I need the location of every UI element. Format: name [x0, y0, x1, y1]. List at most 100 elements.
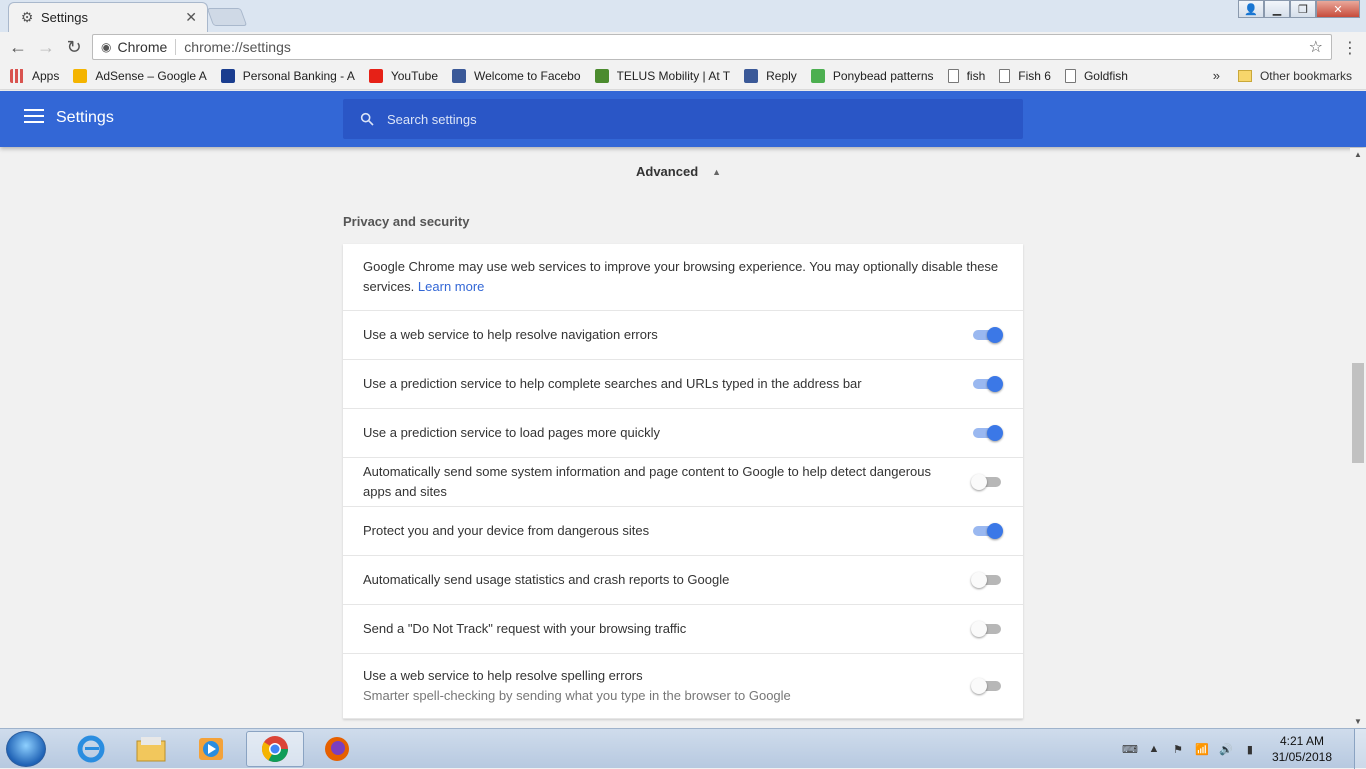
setting-text: Use a web service to help resolve naviga… — [363, 325, 971, 345]
setting-text: Automatically send some system informati… — [363, 462, 971, 502]
search-box[interactable] — [343, 99, 1023, 139]
setting-row[interactable]: Send a "Do Not Track" request with your … — [343, 605, 1023, 654]
minimize-button[interactable]: ▁ — [1264, 0, 1290, 18]
setting-row[interactable]: Protect you and your device from dangero… — [343, 507, 1023, 556]
show-hidden-icons-icon[interactable]: ▲ — [1146, 742, 1162, 756]
toggle-switch[interactable] — [971, 376, 1003, 392]
setting-row[interactable]: Automatically send some system informati… — [343, 458, 1023, 507]
setting-row[interactable]: Use a prediction service to load pages m… — [343, 409, 1023, 458]
clock[interactable]: 4:21 AM 31/05/2018 — [1272, 733, 1332, 765]
toggle-switch[interactable] — [971, 621, 1003, 637]
youtube-icon — [368, 68, 383, 83]
other-bookmarks[interactable]: Other bookmarks — [1260, 69, 1352, 83]
bookmarks-right: » Other bookmarks — [1213, 68, 1352, 83]
bank-icon — [220, 68, 235, 83]
scroll-thumb[interactable] — [1352, 363, 1364, 463]
bookmark-star-icon[interactable]: ☆ — [1309, 37, 1323, 57]
back-arrow-icon[interactable]: ← — [4, 33, 32, 61]
start-button[interactable] — [6, 731, 46, 767]
reload-icon[interactable]: ↻ — [60, 33, 88, 61]
keyboard-icon[interactable]: ⌨ — [1122, 742, 1138, 756]
toggle-switch[interactable] — [971, 678, 1003, 694]
toggle-knob — [987, 523, 1003, 539]
browser-toolbar: ← → ↻ ◉ Chrome chrome://settings ☆ ⋮ — [0, 32, 1366, 62]
advanced-label: Advanced — [636, 164, 699, 179]
bookmark-label: Ponybead patterns — [832, 68, 934, 83]
settings-header: Settings — [0, 91, 1366, 147]
bookmark-label: YouTube — [390, 68, 439, 83]
privacy-card: Google Chrome may use web services to im… — [343, 244, 1023, 719]
setting-row[interactable]: Use a web service to help resolve naviga… — [343, 311, 1023, 360]
file-explorer-icon[interactable] — [122, 731, 180, 767]
clock-date: 31/05/2018 — [1271, 750, 1332, 764]
scroll-down-icon[interactable]: ▼ — [1354, 717, 1362, 726]
learn-more-link[interactable]: Learn more — [418, 279, 484, 294]
toggle-switch[interactable] — [971, 572, 1003, 588]
setting-label: Automatically send some system informati… — [363, 464, 932, 499]
page-scrollbar[interactable]: ▲ ▼ — [1350, 148, 1366, 728]
bookmark-item[interactable]: Welcome to Facebo — [452, 68, 581, 83]
setting-text: Send a "Do Not Track" request with your … — [363, 619, 971, 639]
volume-icon[interactable]: 🔊 — [1218, 742, 1234, 756]
bookmark-label: AdSense – Google A — [95, 68, 207, 83]
bookmark-item[interactable]: Apps — [10, 68, 59, 83]
tab-settings[interactable]: ⚙ Settings ✕ — [8, 2, 208, 32]
firefox-icon[interactable] — [308, 731, 366, 767]
menu-dots-icon[interactable]: ⋮ — [1342, 38, 1358, 58]
setting-text: Use a prediction service to load pages m… — [363, 423, 971, 443]
setting-text: Protect you and your device from dangero… — [363, 521, 971, 541]
bookmark-item[interactable]: YouTube — [368, 68, 439, 83]
toggle-knob — [971, 678, 987, 694]
setting-sublabel: Smarter spell-checking by sending what y… — [363, 688, 791, 703]
action-center-flag-icon[interactable]: ⚑ — [1170, 742, 1186, 756]
privacy-intro: Google Chrome may use web services to im… — [343, 244, 1023, 311]
folder-icon — [1237, 69, 1252, 82]
toggle-switch[interactable] — [971, 523, 1003, 539]
bookmark-item[interactable]: Reply — [744, 68, 797, 83]
bookmark-item[interactable]: Goldfish — [1064, 68, 1128, 83]
url-text[interactable]: chrome://settings — [184, 39, 291, 55]
toggle-knob — [987, 376, 1003, 392]
show-desktop-button[interactable] — [1354, 729, 1366, 769]
bookmark-item[interactable]: Personal Banking - A — [220, 68, 355, 83]
new-tab-button[interactable] — [206, 8, 248, 26]
smiley-icon — [810, 68, 825, 83]
toggle-knob — [971, 474, 987, 490]
bookmark-item[interactable]: TELUS Mobility | At T — [594, 68, 730, 83]
scroll-up-icon[interactable]: ▲ — [1354, 150, 1362, 159]
user-icon[interactable]: 👤 — [1238, 0, 1264, 18]
bookmark-item[interactable]: fish — [947, 68, 985, 83]
bookmark-item[interactable]: AdSense – Google A — [73, 68, 207, 83]
network-signal-icon[interactable]: 📶 — [1194, 742, 1210, 756]
setting-text: Automatically send usage statistics and … — [363, 570, 971, 590]
omnibox-separator — [175, 39, 177, 55]
toggle-knob — [971, 572, 987, 588]
search-input[interactable] — [387, 111, 987, 127]
toggle-switch[interactable] — [971, 327, 1003, 343]
bookmark-item[interactable]: Fish 6 — [999, 68, 1051, 83]
bookmarks-overflow[interactable]: » — [1213, 68, 1220, 83]
bookmarks-bar: Apps AdSense – Google A Personal Banking -… — [0, 62, 1366, 90]
internet-explorer-icon[interactable] — [62, 731, 120, 767]
address-bar[interactable]: ◉ Chrome chrome://settings ☆ — [92, 34, 1332, 60]
chrome-taskbar-icon[interactable] — [246, 731, 304, 767]
bookmark-item[interactable]: Ponybead patterns — [810, 68, 934, 83]
window-titlebar: ⚙ Settings ✕ 👤 ▁ ❐ ✕ — [0, 0, 1366, 32]
forward-arrow-icon[interactable]: → — [32, 33, 60, 61]
toggle-switch[interactable] — [971, 425, 1003, 441]
setting-row[interactable]: Automatically send usage statistics and … — [343, 556, 1023, 605]
close-tab-icon[interactable]: ✕ — [185, 9, 197, 26]
hamburger-menu-icon[interactable] — [24, 109, 44, 123]
advanced-toggle[interactable]: Advanced ▲ — [636, 164, 721, 179]
bookmark-label: Fish 6 — [1018, 68, 1051, 83]
setting-row[interactable]: Use a web service to help resolve spelli… — [343, 654, 1023, 719]
toggle-switch[interactable] — [971, 474, 1003, 490]
setting-row[interactable]: Use a prediction service to help complet… — [343, 360, 1023, 409]
gear-icon: ⚙ — [20, 9, 34, 25]
battery-icon[interactable]: ▮ — [1242, 742, 1258, 756]
system-tray: ⌨ ▲ ⚑ 📶 🔊 ▮ 4:21 AM 31/05/2018 — [1122, 729, 1366, 769]
close-window-button[interactable]: ✕ — [1316, 0, 1360, 18]
toggle-knob — [971, 621, 987, 637]
media-player-icon[interactable] — [182, 731, 240, 767]
restore-button[interactable]: ❐ — [1290, 0, 1316, 18]
